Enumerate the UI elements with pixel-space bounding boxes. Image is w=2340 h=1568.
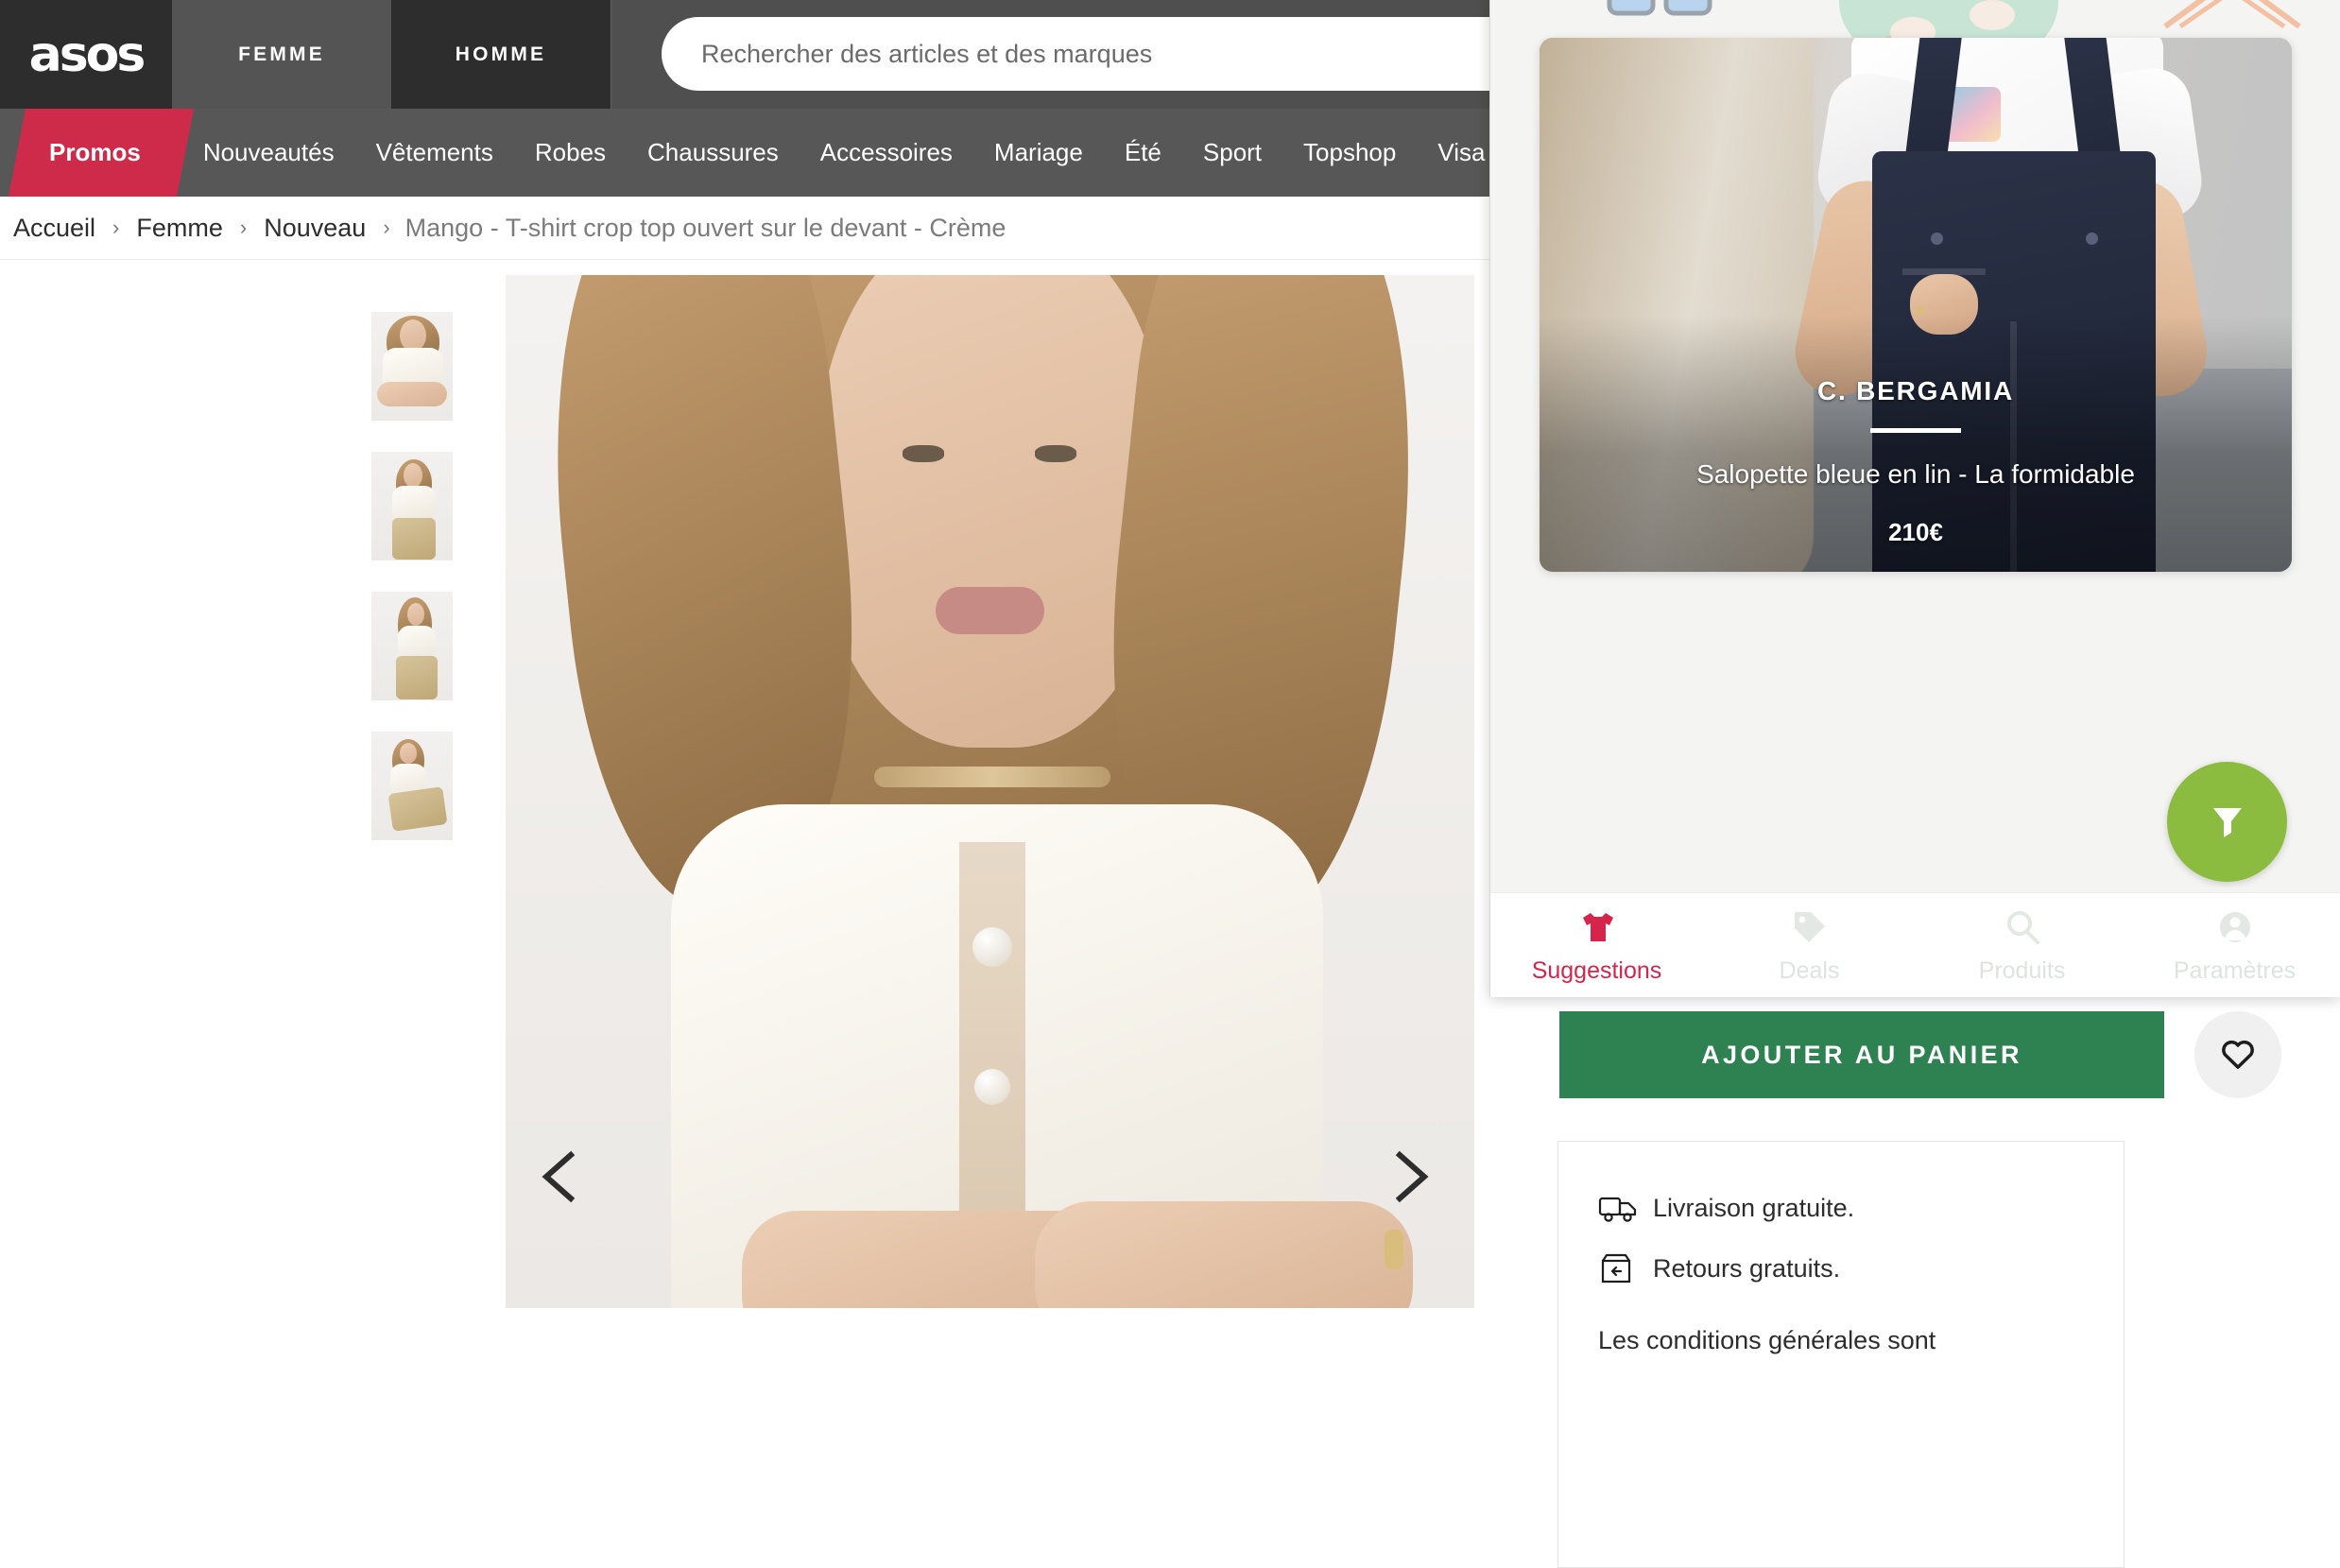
tag-icon xyxy=(1789,905,1831,949)
search-icon xyxy=(2002,905,2043,949)
nav-item-robes[interactable]: Robes xyxy=(514,109,627,197)
nav-item-promos[interactable]: Promos xyxy=(28,109,162,197)
tab-suggestions[interactable]: Suggestions xyxy=(1490,905,1703,985)
suggestion-product-name: Salopette bleue en lin - La formidable xyxy=(1696,459,2135,489)
tab-produits[interactable]: Produits xyxy=(1916,905,2128,985)
info-text-delivery: Livraison gratuite. xyxy=(1653,1193,1855,1222)
gender-tab-homme[interactable]: HOMME xyxy=(391,0,611,109)
asos-logo-text: asos xyxy=(28,26,146,83)
tab-produits-label: Produits xyxy=(1978,957,2066,984)
thumbnail-4[interactable] xyxy=(371,732,453,840)
suggestion-card-info: C. BERGAMIA Salopette bleue en lin - La … xyxy=(1540,376,2292,547)
suggestion-product-price: 210€ xyxy=(1888,518,1943,546)
suggestion-product-card[interactable]: C. BERGAMIA Salopette bleue en lin - La … xyxy=(1540,38,2292,572)
tab-suggestions-label: Suggestions xyxy=(1531,957,1662,984)
nav-item-chaussures[interactable]: Chaussures xyxy=(627,109,800,197)
nav-item-accessoires[interactable]: Accessoires xyxy=(800,109,973,197)
thumbnail-list xyxy=(371,312,453,871)
tshirt-icon xyxy=(1576,905,1618,949)
add-to-cart-button[interactable]: AJOUTER AU PANIER xyxy=(1559,1011,2164,1098)
nav-item-nouveautes[interactable]: Nouveautés xyxy=(182,109,355,197)
breadcrumb-item-femme[interactable]: Femme xyxy=(123,214,236,243)
hero-product-image[interactable] xyxy=(506,275,1474,1308)
filter-funnel-icon xyxy=(2203,795,2252,849)
thumbnail-3[interactable] xyxy=(371,592,453,700)
info-row-returns: Retours gratuits. xyxy=(1598,1238,2124,1299)
gallery-next-arrow[interactable] xyxy=(1375,1144,1441,1210)
glasses-illustration-icon xyxy=(1604,0,1717,41)
tab-parametres[interactable]: Paramètres xyxy=(2128,905,2340,985)
terms-note: Les conditions générales sont xyxy=(1598,1326,1936,1354)
tab-deals[interactable]: Deals xyxy=(1703,905,1916,985)
account-icon xyxy=(2214,905,2256,949)
breadcrumb-item-nouveau[interactable]: Nouveau xyxy=(250,214,379,243)
gender-tab-femme-label: FEMME xyxy=(238,43,325,65)
tab-deals-label: Deals xyxy=(1779,957,1840,984)
breadcrumb-separator: › xyxy=(383,215,390,239)
breadcrumb-separator: › xyxy=(239,215,248,239)
breadcrumb-item-accueil[interactable]: Accueil xyxy=(0,214,109,243)
tab-parametres-label: Paramètres xyxy=(2173,957,2297,984)
category-nav-items: Promos Nouveautés Vêtements Robes Chauss… xyxy=(0,109,1506,197)
suggestion-brand: C. BERGAMIA xyxy=(1816,376,2015,405)
delivery-truck-icon xyxy=(1598,1192,1653,1224)
thumbnail-1[interactable] xyxy=(371,312,453,421)
purchase-actions: AJOUTER AU PANIER xyxy=(1559,1011,2306,1098)
add-to-favourites-button[interactable] xyxy=(2194,1011,2281,1098)
brand-divider xyxy=(1870,428,1961,433)
thumbnail-2[interactable] xyxy=(371,452,453,560)
nav-item-vetements[interactable]: Vêtements xyxy=(355,109,514,197)
asos-logo[interactable]: asos xyxy=(0,0,172,109)
nav-item-topshop[interactable]: Topshop xyxy=(1282,109,1417,197)
return-box-icon xyxy=(1598,1251,1653,1285)
info-text-returns: Retours gratuits. xyxy=(1653,1253,1841,1283)
product-gallery xyxy=(0,260,1474,1308)
hanger-illustration-icon xyxy=(2152,0,2313,43)
overlay-tab-bar: Suggestions Deals Produits Paramètres xyxy=(1490,892,2340,997)
nav-item-ete[interactable]: Été xyxy=(1104,109,1182,197)
gender-tab-femme[interactable]: FEMME xyxy=(172,0,391,109)
shipping-info-card: Livraison gratuite. Retours gratuits. Le… xyxy=(1557,1141,2125,1568)
info-row-delivery: Livraison gratuite. xyxy=(1598,1178,2124,1238)
gender-tab-homme-label: HOMME xyxy=(455,43,547,65)
nav-item-sport[interactable]: Sport xyxy=(1182,109,1282,197)
breadcrumb-separator: › xyxy=(112,215,120,239)
heart-icon xyxy=(2219,1035,2257,1076)
filter-fab-button[interactable] xyxy=(2167,762,2287,882)
gallery-prev-arrow[interactable] xyxy=(529,1144,595,1210)
breadcrumb-current-page: Mango - T-shirt crop top ouvert sur le d… xyxy=(404,213,1007,242)
nav-item-mariage[interactable]: Mariage xyxy=(973,109,1104,197)
